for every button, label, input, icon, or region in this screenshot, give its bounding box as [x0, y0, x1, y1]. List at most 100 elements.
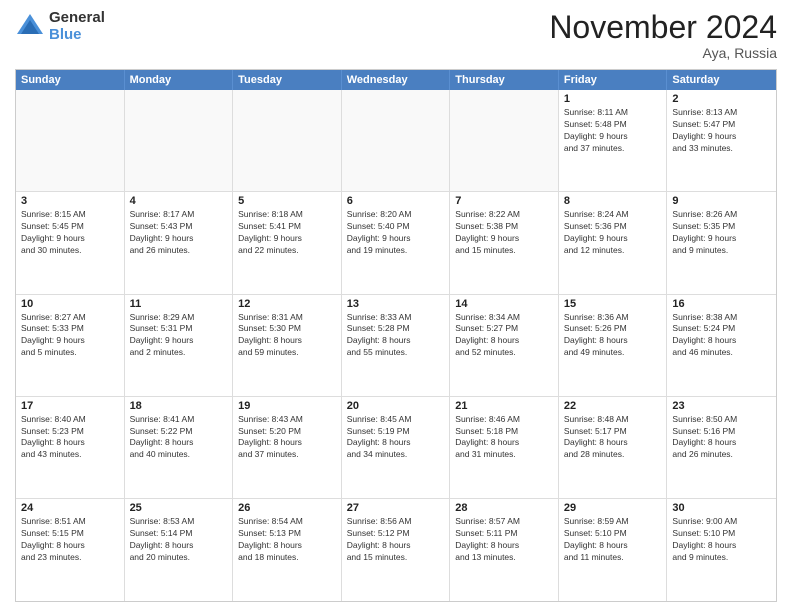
calendar-week-4: 24 Sunrise: 8:51 AM Sunset: 5:15 PM Dayli…: [16, 499, 776, 601]
day-info: Sunrise: 8:51 AM Sunset: 5:15 PM Dayligh…: [21, 516, 119, 564]
day-cell-1: 1 Sunrise: 8:11 AM Sunset: 5:48 PM Daylig…: [559, 90, 668, 191]
day-number: 7: [455, 195, 553, 207]
logo-icon: [15, 12, 45, 42]
day-info: Sunrise: 8:34 AM Sunset: 5:27 PM Dayligh…: [455, 312, 553, 360]
day-cell-8: 8Sunrise: 8:24 AM Sunset: 5:36 PM Daylig…: [559, 192, 668, 293]
empty-cell: [233, 90, 342, 191]
day-cell-20: 20Sunrise: 8:45 AM Sunset: 5:19 PM Dayli…: [342, 397, 451, 498]
empty-cell: [16, 90, 125, 191]
day-info: Sunrise: 8:33 AM Sunset: 5:28 PM Dayligh…: [347, 312, 445, 360]
title-block: November 2024 Aya, Russia: [549, 10, 777, 61]
day-number: 1: [564, 93, 662, 105]
empty-cell: [125, 90, 234, 191]
day-info: Sunrise: 8:11 AM Sunset: 5:48 PM Dayligh…: [564, 107, 662, 155]
day-number: 14: [455, 298, 553, 310]
page: General Blue November 2024 Aya, Russia S…: [0, 0, 792, 612]
title-location: Aya, Russia: [549, 45, 777, 61]
day-info: Sunrise: 8:13 AM Sunset: 5:47 PM Dayligh…: [672, 107, 771, 155]
header-saturday: Saturday: [667, 70, 776, 90]
day-cell-2: 2 Sunrise: 8:13 AM Sunset: 5:47 PM Daylig…: [667, 90, 776, 191]
day-number: 16: [672, 298, 771, 310]
day-number: 11: [130, 298, 228, 310]
day-number: 30: [672, 502, 771, 514]
day-number: 23: [672, 400, 771, 412]
header-wednesday: Wednesday: [342, 70, 451, 90]
day-info: Sunrise: 8:18 AM Sunset: 5:41 PM Dayligh…: [238, 209, 336, 257]
day-info: Sunrise: 8:50 AM Sunset: 5:16 PM Dayligh…: [672, 414, 771, 462]
day-number: 27: [347, 502, 445, 514]
logo-text: General Blue: [49, 10, 105, 43]
calendar-header: Sunday Monday Tuesday Wednesday Thursday…: [16, 70, 776, 90]
day-info: Sunrise: 8:40 AM Sunset: 5:23 PM Dayligh…: [21, 414, 119, 462]
day-info: Sunrise: 8:43 AM Sunset: 5:20 PM Dayligh…: [238, 414, 336, 462]
day-number: 3: [21, 195, 119, 207]
day-cell-16: 16Sunrise: 8:38 AM Sunset: 5:24 PM Dayli…: [667, 295, 776, 396]
day-info: Sunrise: 8:59 AM Sunset: 5:10 PM Dayligh…: [564, 516, 662, 564]
day-info: Sunrise: 8:48 AM Sunset: 5:17 PM Dayligh…: [564, 414, 662, 462]
empty-cell: [342, 90, 451, 191]
day-info: Sunrise: 8:53 AM Sunset: 5:14 PM Dayligh…: [130, 516, 228, 564]
day-cell-9: 9Sunrise: 8:26 AM Sunset: 5:35 PM Daylig…: [667, 192, 776, 293]
day-number: 25: [130, 502, 228, 514]
day-number: 24: [21, 502, 119, 514]
header-friday: Friday: [559, 70, 668, 90]
day-number: 19: [238, 400, 336, 412]
title-month: November 2024: [549, 10, 777, 45]
calendar-week-1: 3 Sunrise: 8:15 AM Sunset: 5:45 PM Daylig…: [16, 192, 776, 294]
day-info: Sunrise: 8:56 AM Sunset: 5:12 PM Dayligh…: [347, 516, 445, 564]
empty-cell: [450, 90, 559, 191]
day-number: 29: [564, 502, 662, 514]
day-cell-26: 26 Sunrise: 8:54 AM Sunset: 5:13 PM Dayli…: [233, 499, 342, 601]
calendar-week-0: 1 Sunrise: 8:11 AM Sunset: 5:48 PM Daylig…: [16, 90, 776, 192]
day-info: Sunrise: 8:22 AM Sunset: 5:38 PM Dayligh…: [455, 209, 553, 257]
day-number: 5: [238, 195, 336, 207]
day-info: Sunrise: 8:26 AM Sunset: 5:35 PM Dayligh…: [672, 209, 771, 257]
day-info: Sunrise: 8:41 AM Sunset: 5:22 PM Dayligh…: [130, 414, 228, 462]
day-cell-30: 30Sunrise: 9:00 AM Sunset: 5:10 PM Dayli…: [667, 499, 776, 601]
logo-general: General: [49, 10, 105, 27]
header-sunday: Sunday: [16, 70, 125, 90]
day-info: Sunrise: 8:27 AM Sunset: 5:33 PM Dayligh…: [21, 312, 119, 360]
day-number: 4: [130, 195, 228, 207]
day-number: 6: [347, 195, 445, 207]
day-cell-19: 19 Sunrise: 8:43 AM Sunset: 5:20 PM Dayli…: [233, 397, 342, 498]
header-tuesday: Tuesday: [233, 70, 342, 90]
header-thursday: Thursday: [450, 70, 559, 90]
day-number: 22: [564, 400, 662, 412]
day-cell-22: 22 Sunrise: 8:48 AM Sunset: 5:17 PM Dayli…: [559, 397, 668, 498]
day-info: Sunrise: 8:36 AM Sunset: 5:26 PM Dayligh…: [564, 312, 662, 360]
day-info: Sunrise: 8:54 AM Sunset: 5:13 PM Dayligh…: [238, 516, 336, 564]
day-cell-11: 11 Sunrise: 8:29 AM Sunset: 5:31 PM Dayli…: [125, 295, 234, 396]
day-number: 21: [455, 400, 553, 412]
calendar-body: 1 Sunrise: 8:11 AM Sunset: 5:48 PM Daylig…: [16, 90, 776, 601]
day-cell-29: 29 Sunrise: 8:59 AM Sunset: 5:10 PM Dayli…: [559, 499, 668, 601]
day-cell-28: 28Sunrise: 8:57 AM Sunset: 5:11 PM Dayli…: [450, 499, 559, 601]
day-info: Sunrise: 8:15 AM Sunset: 5:45 PM Dayligh…: [21, 209, 119, 257]
logo-blue: Blue: [49, 27, 105, 44]
day-cell-24: 24 Sunrise: 8:51 AM Sunset: 5:15 PM Dayli…: [16, 499, 125, 601]
day-info: Sunrise: 8:31 AM Sunset: 5:30 PM Dayligh…: [238, 312, 336, 360]
day-cell-14: 14 Sunrise: 8:34 AM Sunset: 5:27 PM Dayli…: [450, 295, 559, 396]
calendar: Sunday Monday Tuesday Wednesday Thursday…: [15, 69, 777, 602]
day-cell-10: 10Sunrise: 8:27 AM Sunset: 5:33 PM Dayli…: [16, 295, 125, 396]
day-cell-25: 25 Sunrise: 8:53 AM Sunset: 5:14 PM Dayli…: [125, 499, 234, 601]
day-number: 15: [564, 298, 662, 310]
day-number: 17: [21, 400, 119, 412]
day-cell-15: 15 Sunrise: 8:36 AM Sunset: 5:26 PM Dayli…: [559, 295, 668, 396]
day-cell-21: 21 Sunrise: 8:46 AM Sunset: 5:18 PM Dayli…: [450, 397, 559, 498]
logo: General Blue: [15, 10, 105, 43]
day-cell-7: 7 Sunrise: 8:22 AM Sunset: 5:38 PM Daylig…: [450, 192, 559, 293]
day-number: 2: [672, 93, 771, 105]
calendar-week-3: 17 Sunrise: 8:40 AM Sunset: 5:23 PM Dayli…: [16, 397, 776, 499]
day-number: 12: [238, 298, 336, 310]
day-cell-5: 5 Sunrise: 8:18 AM Sunset: 5:41 PM Daylig…: [233, 192, 342, 293]
header-monday: Monday: [125, 70, 234, 90]
day-info: Sunrise: 8:29 AM Sunset: 5:31 PM Dayligh…: [130, 312, 228, 360]
day-cell-3: 3 Sunrise: 8:15 AM Sunset: 5:45 PM Daylig…: [16, 192, 125, 293]
day-info: Sunrise: 8:24 AM Sunset: 5:36 PM Dayligh…: [564, 209, 662, 257]
day-info: Sunrise: 8:46 AM Sunset: 5:18 PM Dayligh…: [455, 414, 553, 462]
day-cell-18: 18Sunrise: 8:41 AM Sunset: 5:22 PM Dayli…: [125, 397, 234, 498]
day-number: 26: [238, 502, 336, 514]
day-cell-17: 17 Sunrise: 8:40 AM Sunset: 5:23 PM Dayli…: [16, 397, 125, 498]
day-cell-23: 23 Sunrise: 8:50 AM Sunset: 5:16 PM Dayli…: [667, 397, 776, 498]
